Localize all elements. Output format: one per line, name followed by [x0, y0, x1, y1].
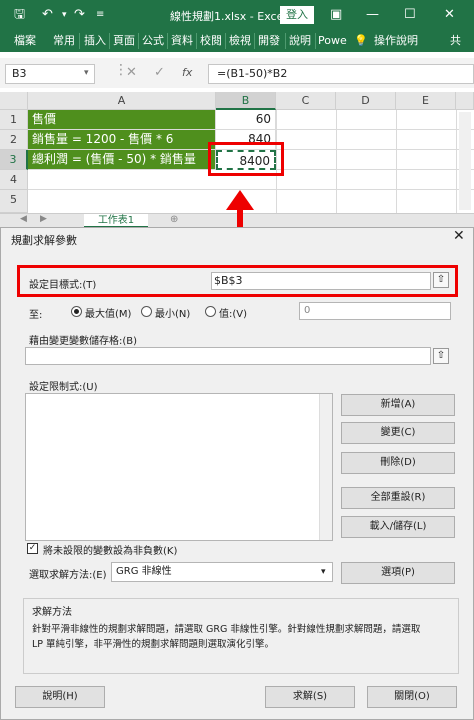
tab-insert[interactable]: 插入: [84, 34, 106, 48]
prev-sheet-icon[interactable]: ◀: [20, 214, 27, 224]
changing-cells-collapse-icon[interactable]: ⇧: [433, 348, 449, 364]
solver-dialog: 規劃求解參數 ✕ 設定目標式:(T) $B$3 ⇧ 至: 最大值(M) 最小(N…: [0, 227, 474, 720]
change-button[interactable]: 變更(C): [341, 422, 455, 444]
load-save-button[interactable]: 載入/儲存(L): [341, 516, 455, 538]
maximize-icon[interactable]: ☐: [404, 7, 416, 23]
column-header-f[interactable]: [456, 92, 474, 110]
radio-value[interactable]: [205, 306, 216, 317]
close-button[interactable]: 關閉(O): [367, 686, 457, 708]
solve-button[interactable]: 求解(S): [265, 686, 355, 708]
options-button[interactable]: 選項(P): [341, 562, 455, 584]
customize-icon[interactable]: ≡: [96, 7, 104, 23]
column-header-c[interactable]: C: [276, 92, 336, 110]
tab-page[interactable]: 頁面: [113, 34, 135, 48]
name-box-dropdown-icon[interactable]: ▾: [84, 68, 89, 78]
undo-dropdown-icon[interactable]: ▾: [62, 7, 67, 23]
formula-input[interactable]: =(B1-50)*B2: [208, 64, 474, 84]
tab-developer[interactable]: 開發: [258, 34, 280, 48]
column-header-b[interactable]: B: [216, 92, 276, 110]
title-bar: 🖫 ↶ ▾ ↷ ≡ 線性規劃1.xlsx - Excel 登入 ▣ — ☐ ✕: [0, 0, 474, 30]
undo-icon[interactable]: ↶: [42, 7, 53, 23]
window-title: 線性規劃1.xlsx - Excel: [170, 10, 287, 23]
cell-a1[interactable]: 售價: [28, 110, 216, 130]
dialog-title: 規劃求解參數: [11, 234, 77, 247]
changing-cells-label: 藉由變更變數儲存格:(B): [29, 336, 138, 347]
dialog-close-icon[interactable]: ✕: [453, 228, 465, 244]
column-header-d[interactable]: D: [336, 92, 396, 110]
formula-bar: B3 ▾ ⋮ ✕ ✓ fx =(B1-50)*B2: [0, 58, 474, 88]
formula-controls: ⋮ ✕ ✓ fx: [110, 62, 205, 84]
ribbon-display-icon[interactable]: ▣: [330, 7, 342, 23]
tab-help[interactable]: 說明: [289, 34, 311, 48]
share-button[interactable]: 共: [450, 34, 461, 48]
value-input[interactable]: 0: [299, 302, 451, 320]
sheet-tab-1[interactable]: 工作表1: [84, 214, 148, 228]
enter-icon[interactable]: ✓: [154, 65, 165, 80]
description-title: 求解方法: [32, 607, 72, 618]
tab-data[interactable]: 資料: [171, 34, 193, 48]
radio-max[interactable]: [71, 306, 82, 317]
lightbulb-icon: 💡: [354, 34, 368, 47]
column-header-e[interactable]: E: [396, 92, 456, 110]
radio-min-label: 最小(N): [155, 309, 191, 320]
login-button[interactable]: 登入: [280, 6, 314, 24]
next-sheet-icon[interactable]: ▶: [40, 214, 47, 224]
method-dropdown-icon[interactable]: ▾: [321, 567, 326, 577]
cell-b1[interactable]: 60: [216, 110, 276, 130]
reset-all-button[interactable]: 全部重設(R): [341, 487, 455, 509]
close-icon[interactable]: ✕: [444, 7, 455, 23]
constraints-label: 設定限制式:(U): [29, 382, 98, 393]
row-header-4[interactable]: 4: [0, 170, 28, 190]
delete-button[interactable]: 刪除(D): [341, 452, 455, 474]
ribbon-tabs: 檔案 常用 插入 頁面 公式 資料 校閱 檢視 開發 說明 Powe 💡 操作說…: [0, 30, 474, 52]
method-description-box: 求解方法 針對平滑非線性的規劃求解問題，請選取 GRG 非線性引擎。針對線性規劃…: [23, 598, 459, 674]
redo-icon[interactable]: ↷: [74, 7, 85, 23]
tab-file[interactable]: 檔案: [14, 34, 36, 48]
nonneg-checkbox[interactable]: ✓: [27, 543, 38, 554]
radio-max-label: 最大值(M): [85, 309, 132, 320]
nonneg-label: 將未設限的變數設為非負數(K): [43, 546, 178, 557]
row-header-3[interactable]: 3: [0, 150, 28, 170]
tab-formulas[interactable]: 公式: [142, 34, 164, 48]
to-label: 至:: [29, 310, 43, 321]
cell-a2[interactable]: 銷售量 = 1200 - 售價 * 6: [28, 130, 216, 150]
help-button[interactable]: 說明(H): [15, 686, 105, 708]
radio-value-label: 值:(V): [219, 309, 248, 320]
description-line-2: LP 單純引擎，非平滑性的規劃求解問題則選取演化引擎。: [32, 639, 275, 650]
add-button[interactable]: 新增(A): [341, 394, 455, 416]
name-box[interactable]: B3: [5, 64, 95, 84]
save-icon[interactable]: 🖫: [14, 7, 25, 23]
column-header-a[interactable]: A: [28, 92, 216, 110]
method-select[interactable]: GRG 非線性: [111, 562, 333, 582]
tell-me-search[interactable]: 操作說明: [374, 34, 418, 48]
constraints-scrollbar[interactable]: [319, 394, 332, 540]
add-sheet-icon[interactable]: ⊕: [170, 214, 178, 225]
cancel-icon[interactable]: ✕: [126, 65, 137, 80]
minimize-icon[interactable]: —: [366, 7, 379, 23]
select-all-corner[interactable]: [0, 92, 28, 110]
tab-view[interactable]: 檢視: [229, 34, 251, 48]
row-header-2[interactable]: 2: [0, 130, 28, 150]
row-header-5[interactable]: 5: [0, 190, 28, 213]
vertical-scrollbar[interactable]: [459, 112, 471, 210]
tab-review[interactable]: 校閱: [200, 34, 222, 48]
tab-home[interactable]: 常用: [53, 34, 75, 48]
highlight-cell-b3: [208, 142, 284, 176]
row-header-1[interactable]: 1: [0, 110, 28, 130]
method-label: 選取求解方法:(E): [29, 570, 107, 581]
tab-power[interactable]: Powe: [318, 34, 347, 48]
changing-cells-input[interactable]: [25, 347, 431, 365]
constraints-list[interactable]: [25, 393, 333, 541]
description-line-1: 針對平滑非線性的規劃求解問題，請選取 GRG 非線性引擎。針對線性規劃求解問題，…: [32, 624, 421, 635]
sheet-tab-bar: ◀ ▶ 工作表1 ⊕: [0, 213, 474, 228]
insert-function-icon[interactable]: fx: [182, 66, 192, 79]
cell-a3[interactable]: 總利潤 = (售價 - 50) * 銷售量: [28, 150, 216, 170]
radio-min[interactable]: [141, 306, 152, 317]
highlight-objective: [17, 265, 458, 297]
